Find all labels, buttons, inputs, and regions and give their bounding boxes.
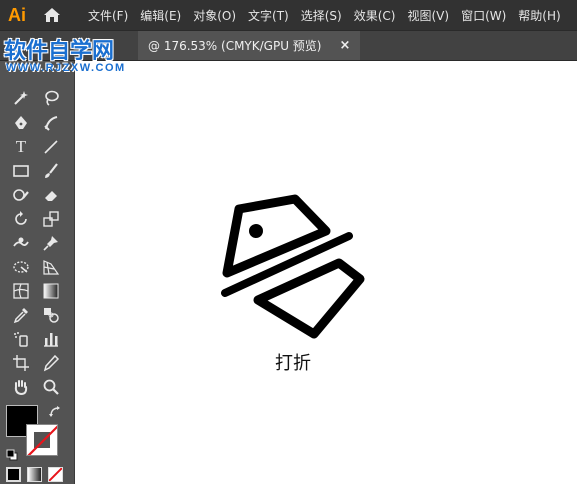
gradient-icon[interactable] [38, 280, 64, 302]
scale-icon[interactable] [38, 208, 64, 230]
menu-edit[interactable]: 编辑(E) [140, 7, 181, 24]
menu-items: 文件(F) 编辑(E) 对象(O) 文字(T) 选择(S) 效果(C) 视图(V… [88, 7, 573, 24]
default-colors-icon[interactable] [6, 446, 18, 461]
rectangle-icon[interactable] [8, 160, 34, 182]
perspective-grid-icon[interactable] [38, 256, 64, 278]
menu-effect[interactable]: 效果(C) [354, 7, 396, 24]
mesh-icon[interactable] [8, 280, 34, 302]
artboard-icon[interactable] [8, 352, 34, 374]
warp-icon[interactable] [8, 232, 34, 254]
paintbrush-icon[interactable] [38, 160, 64, 182]
close-icon[interactable]: × [340, 38, 351, 53]
pen-icon[interactable] [8, 112, 34, 134]
menu-object[interactable]: 对象(O) [193, 7, 236, 24]
artwork-caption: 打折 [275, 353, 311, 374]
tools-panel: T [0, 61, 75, 484]
stroke-swatch[interactable] [26, 424, 58, 456]
app-logo: Ai [8, 4, 26, 25]
free-transform-icon[interactable] [8, 256, 34, 278]
watermark-url: WWW.RJZXW.COM [6, 62, 126, 74]
eyedropper-icon[interactable] [8, 304, 34, 326]
line-segment-icon[interactable] [38, 136, 64, 158]
shaper-icon[interactable] [8, 184, 34, 206]
slice-icon[interactable] [38, 352, 64, 374]
menu-view[interactable]: 视图(V) [407, 7, 449, 24]
menu-bar: Ai 文件(F) 编辑(E) 对象(O) 文字(T) 选择(S) 效果(C) 视… [0, 0, 577, 31]
tag-upper-half [222, 194, 331, 278]
curvature-icon[interactable] [38, 112, 64, 134]
zoom-icon[interactable] [38, 376, 64, 398]
discount-tag-artwork [221, 194, 365, 339]
watermark-site-name: 软件自学网 [4, 39, 115, 64]
document-tab[interactable]: @ 176.53% (CMYK/GPU 预览) × [138, 31, 360, 60]
puppet-warp-icon[interactable] [38, 232, 64, 254]
magic-wand-icon[interactable] [8, 87, 34, 109]
tag-hole [249, 224, 263, 238]
menu-file[interactable]: 文件(F) [88, 7, 128, 24]
type-icon[interactable]: T [8, 136, 34, 158]
gradient-mode-button[interactable] [27, 467, 42, 482]
menu-window[interactable]: 窗口(W) [461, 7, 506, 24]
lasso-icon[interactable] [38, 87, 64, 109]
rotate-icon[interactable] [8, 208, 34, 230]
color-mode-button[interactable] [6, 467, 21, 482]
symbol-sprayer-icon[interactable] [8, 328, 34, 350]
menu-help[interactable]: 帮助(H) [518, 7, 560, 24]
none-mode-button[interactable] [48, 467, 63, 482]
hand-icon[interactable] [8, 376, 34, 398]
swap-fill-stroke-icon[interactable] [48, 404, 62, 418]
blend-icon[interactable] [38, 304, 64, 326]
eraser-icon[interactable] [38, 184, 64, 206]
home-icon[interactable] [34, 0, 70, 30]
menu-select[interactable]: 选择(S) [301, 7, 342, 24]
document-tab-title: @ 176.53% (CMYK/GPU 预览) [148, 39, 322, 53]
artboard-canvas[interactable]: 打折 [75, 61, 577, 484]
column-graph-icon[interactable] [38, 328, 64, 350]
menu-type[interactable]: 文字(T) [248, 7, 289, 24]
